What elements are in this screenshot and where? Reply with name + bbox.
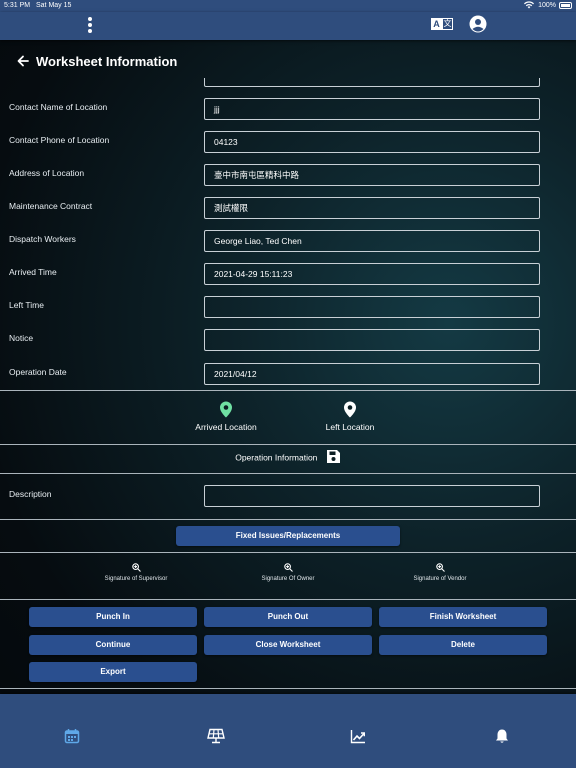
continue-button[interactable]: Continue — [29, 635, 197, 655]
divider — [0, 599, 576, 600]
field-row-left-time: Left Time — [0, 296, 576, 320]
bottom-nav-bar — [0, 694, 576, 768]
account-circle-icon[interactable] — [469, 15, 487, 33]
arrived-location-label: Arrived Location — [195, 422, 257, 432]
zoom-in-icon — [131, 563, 141, 572]
field-row-contact-name: Contact Name of Location jjj — [0, 98, 576, 122]
translate-glyph-b: 文 — [442, 18, 453, 30]
maintenance-contract-input[interactable]: 測試權限 — [204, 197, 540, 219]
left-location-button[interactable]: Left Location — [305, 401, 395, 432]
operation-information-row: Operation Information — [0, 449, 576, 466]
delete-button[interactable]: Delete — [379, 635, 547, 655]
partial-input-field[interactable] — [204, 78, 540, 87]
operation-information-label: Operation Information — [235, 452, 318, 463]
left-time-input[interactable] — [204, 296, 540, 318]
translate-glyph-a: A — [431, 18, 442, 30]
top-nav-bar: A 文 — [0, 12, 576, 40]
bell-icon[interactable] — [494, 728, 512, 746]
field-row-operation-date: Operation Date 2021/04/12 — [0, 363, 576, 387]
left-time-label: Left Time — [9, 300, 44, 310]
punch-in-button[interactable]: Punch In — [29, 607, 197, 627]
arrived-time-label: Arrived Time — [9, 267, 57, 277]
operation-date-label: Operation Date — [9, 367, 67, 377]
more-vertical-icon[interactable] — [86, 15, 94, 35]
arrived-time-input[interactable]: 2021-04-29 15:11:23 — [204, 263, 540, 285]
status-time: 5:31 PM — [4, 2, 31, 9]
operation-date-input[interactable]: 2021/04/12 — [204, 363, 540, 385]
map-pin-icon — [344, 401, 356, 418]
dispatch-workers-label: Dispatch Workers — [9, 234, 76, 244]
arrived-location-button[interactable]: Arrived Location — [181, 401, 271, 432]
signature-owner[interactable]: Signature Of Owner — [233, 563, 343, 582]
field-row-contact-phone: Contact Phone of Location 04123 — [0, 131, 576, 155]
field-row-notice: Notice — [0, 329, 576, 353]
arrow-left-icon[interactable] — [16, 54, 30, 68]
signature-vendor-label: Signature of Vendor — [413, 576, 467, 582]
battery-percent: 100% — [538, 2, 556, 9]
description-input[interactable] — [204, 485, 540, 507]
signature-supervisor-label: Signature of Supervisor — [104, 576, 168, 582]
solar-panel-icon[interactable] — [207, 728, 225, 746]
zoom-in-icon — [283, 563, 293, 572]
field-row-address: Address of Location 臺中市南屯區精科中路 — [0, 164, 576, 188]
close-worksheet-button[interactable]: Close Worksheet — [204, 635, 372, 655]
divider — [0, 688, 576, 689]
contact-name-label: Contact Name of Location — [9, 102, 108, 112]
divider — [0, 519, 576, 520]
export-button[interactable]: Export — [29, 662, 197, 682]
page-header: Worksheet Information — [16, 52, 177, 70]
contact-name-input[interactable]: jjj — [204, 98, 540, 120]
zoom-in-icon — [435, 563, 445, 572]
field-row-description: Description — [0, 485, 576, 509]
contact-phone-label: Contact Phone of Location — [9, 135, 110, 145]
status-date: Sat May 15 — [36, 2, 72, 9]
field-row-maintenance-contract: Maintenance Contract 測試權限 — [0, 197, 576, 221]
divider — [0, 444, 576, 445]
signature-supervisor[interactable]: Signature of Supervisor — [81, 563, 191, 582]
punch-out-button[interactable]: Punch Out — [204, 607, 372, 627]
contact-phone-input[interactable]: 04123 — [204, 131, 540, 153]
save-icon[interactable] — [326, 449, 341, 466]
status-bar: 5:31 PM Sat May 15 100% — [0, 0, 576, 12]
dispatch-workers-input[interactable]: George Liao, Ted Chen — [204, 230, 540, 252]
address-input[interactable]: 臺中市南屯區精科中路 — [204, 164, 540, 186]
maintenance-contract-label: Maintenance Contract — [9, 201, 93, 211]
divider — [0, 552, 576, 553]
notice-input[interactable] — [204, 329, 540, 351]
finish-worksheet-button[interactable]: Finish Worksheet — [379, 607, 547, 627]
notice-label: Notice — [9, 333, 34, 343]
left-location-label: Left Location — [325, 422, 375, 432]
calendar-icon[interactable] — [64, 728, 82, 746]
trending-up-icon[interactable] — [350, 728, 368, 746]
map-pin-icon — [220, 401, 232, 418]
page-title: Worksheet Information — [36, 53, 178, 69]
signature-owner-label: Signature Of Owner — [261, 576, 315, 582]
battery-icon — [559, 2, 572, 9]
address-label: Address of Location — [9, 168, 85, 178]
fixed-issues-button[interactable]: Fixed Issues/Replacements — [176, 526, 400, 546]
description-label: Description — [9, 489, 52, 499]
translate-icon[interactable]: A 文 — [431, 17, 453, 31]
field-row-arrived-time: Arrived Time 2021-04-29 15:11:23 — [0, 263, 576, 287]
divider — [0, 473, 576, 474]
wifi-icon — [524, 1, 534, 11]
field-row-dispatch-workers: Dispatch Workers George Liao, Ted Chen — [0, 230, 576, 254]
divider — [0, 390, 576, 391]
signature-vendor[interactable]: Signature of Vendor — [385, 563, 495, 582]
